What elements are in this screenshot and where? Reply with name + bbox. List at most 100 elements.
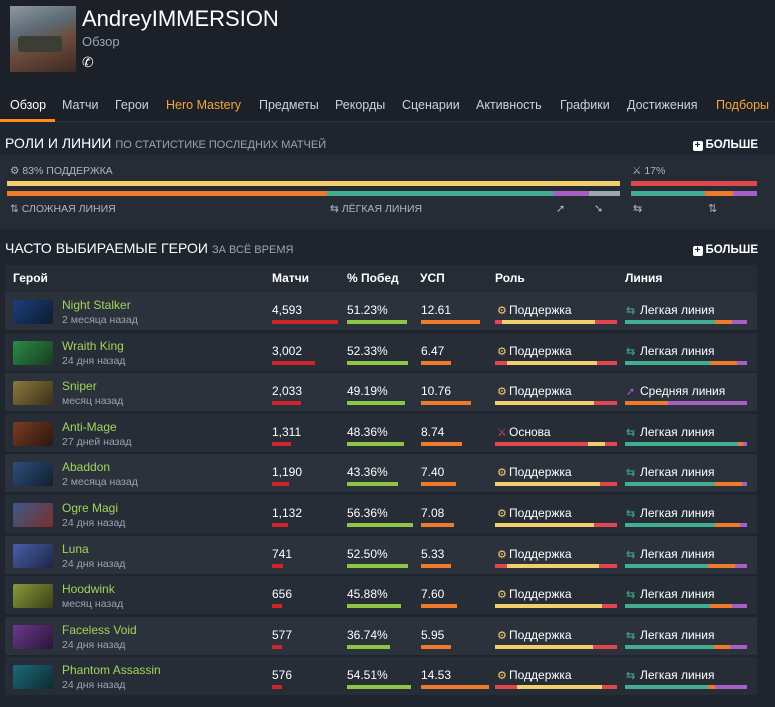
col-winrate[interactable]: % Побед bbox=[347, 271, 399, 285]
col-lane[interactable]: Линия bbox=[625, 271, 662, 285]
role-other-segment bbox=[597, 360, 617, 365]
heroes-title: ЧАСТО ВЫБИРАЕМЫЕ ГЕРОИ bbox=[5, 240, 208, 256]
tab-matches[interactable]: Матчи bbox=[62, 98, 98, 112]
table-row[interactable]: Anti-Mage 27 дней назад 1,311 48.36% 8.74 ⚔ Ос… bbox=[5, 413, 757, 452]
table-row[interactable]: Abaddon 2 месяца назад 1,190 43.36% 7.40 ⚙ Под… bbox=[5, 454, 757, 493]
roles-panel: ⚙ 83% ПОДДЕРЖКА ⚔ 17% ⇅ СЛОЖНАЯ ЛИНИЯ ⇆ … bbox=[0, 155, 775, 229]
core-label: ⚔ 17% bbox=[632, 165, 665, 177]
lane-safe-segment bbox=[625, 604, 711, 609]
matches-bar bbox=[272, 482, 290, 487]
hero-portrait[interactable] bbox=[13, 381, 53, 406]
role-core-segment bbox=[495, 685, 517, 690]
easy-lane-icon: ⇆ bbox=[626, 589, 636, 602]
role-cell: ⚙ Поддержка bbox=[497, 628, 572, 642]
roles-more-button[interactable]: БОЛЬШЕ bbox=[693, 139, 759, 151]
lane-label: Легкая линия bbox=[640, 627, 715, 642]
lane-mid-segment bbox=[739, 523, 747, 527]
hero-name[interactable]: Anti-Mage bbox=[62, 420, 117, 434]
tab-overview[interactable]: Обзор bbox=[10, 98, 46, 112]
col-kda[interactable]: УСП bbox=[420, 271, 445, 285]
lane-cell: ⇆ Легкая линия bbox=[626, 465, 714, 479]
tab-activity[interactable]: Активность bbox=[476, 98, 542, 112]
role-other-segment bbox=[602, 685, 617, 690]
hero-name[interactable]: Ogre Magi bbox=[62, 501, 118, 515]
role-other-segment bbox=[593, 401, 617, 406]
table-row[interactable]: Luna 24 дня назад 741 52.50% 5.33 ⚙ Поддержка ⇆… bbox=[5, 535, 757, 574]
tab-achievements[interactable]: Достижения bbox=[627, 98, 697, 112]
tab-hero-mastery[interactable]: Hero Mastery bbox=[166, 98, 241, 112]
hero-name[interactable]: Faceless Void bbox=[62, 623, 137, 637]
hero-name[interactable]: Phantom Assassin bbox=[62, 663, 161, 677]
col-hero[interactable]: Герой bbox=[13, 271, 48, 285]
winrate-bar bbox=[347, 523, 413, 527]
role-cell: ⚙ Поддержка bbox=[497, 465, 572, 479]
lane-off-segment bbox=[715, 482, 743, 487]
hero-portrait[interactable] bbox=[13, 300, 53, 324]
winrate-value: 36.74% bbox=[347, 627, 388, 642]
kda-value: 5.33 bbox=[421, 546, 445, 561]
hero-name[interactable]: Luna bbox=[62, 542, 89, 556]
matches-bar bbox=[272, 685, 282, 690]
hero-name[interactable]: Wraith King bbox=[62, 339, 124, 353]
tab-drafts[interactable]: Подборы bbox=[716, 98, 769, 112]
heroes-more-button[interactable]: БОЛЬШЕ bbox=[693, 244, 759, 256]
support-bar bbox=[7, 181, 620, 186]
table-row[interactable]: Faceless Void 24 дня назад 577 36.74% 5.95 ⚙ П… bbox=[5, 616, 757, 655]
hero-portrait[interactable] bbox=[13, 624, 53, 649]
role-support-segment bbox=[516, 685, 603, 690]
avatar[interactable] bbox=[10, 6, 76, 72]
kda-bar bbox=[421, 644, 451, 649]
core-offlane-segment bbox=[705, 191, 733, 196]
lane-cell: ⇆ Легкая линия bbox=[626, 506, 714, 520]
table-row[interactable]: Wraith King 24 дня назад 3,002 52.33% 6.47 ⚙ П… bbox=[5, 332, 757, 371]
hero-portrait[interactable] bbox=[13, 503, 53, 527]
table-row[interactable]: Sniper месяц назад 2,033 49.19% 10.76 ⚙ Поддер… bbox=[5, 373, 757, 412]
lane-safe-segment bbox=[625, 563, 708, 568]
easy-lane-icon: ⇆ bbox=[626, 345, 636, 358]
table-row[interactable]: Ogre Magi 24 дня назад 1,132 56.36% 7.08 ⚙ Под… bbox=[5, 495, 757, 533]
table-row[interactable]: Night Stalker 2 месяца назад 4,593 51.23% 12… bbox=[5, 292, 757, 330]
easy-lane-icon: ⇆ bbox=[626, 426, 636, 439]
kda-value: 6.47 bbox=[421, 343, 445, 358]
profile-name: AndreyIMMERSION bbox=[82, 6, 279, 31]
role-support-segment bbox=[495, 482, 600, 487]
hero-portrait[interactable] bbox=[13, 665, 53, 690]
hero-name[interactable]: Abaddon bbox=[62, 460, 110, 474]
tab-graphs[interactable]: Графики bbox=[560, 98, 610, 112]
lane-cell: ⇆ Легкая линия bbox=[626, 587, 714, 601]
lane-mid-segment bbox=[732, 604, 747, 609]
lane-label: Средняя линия bbox=[640, 384, 726, 399]
hero-name[interactable]: Night Stalker bbox=[62, 298, 131, 312]
hero-portrait[interactable] bbox=[13, 462, 53, 487]
hero-portrait[interactable] bbox=[13, 584, 53, 609]
hero-portrait[interactable] bbox=[13, 340, 53, 365]
support-role-icon: ⚙ bbox=[497, 589, 507, 602]
col-role[interactable]: Роль bbox=[495, 271, 525, 285]
table-row[interactable]: Hoodwink месяц назад 656 45.88% 7.60 ⚙ Поддерж… bbox=[5, 576, 757, 615]
lane-off-segment bbox=[707, 685, 716, 690]
matches-value: 2,033 bbox=[272, 384, 303, 399]
winrate-bar bbox=[347, 482, 398, 487]
col-matches[interactable]: Матчи bbox=[272, 271, 309, 285]
table-row[interactable]: Phantom Assassin 24 дня назад 576 54.51% 14.… bbox=[5, 657, 757, 696]
tab-scenarios[interactable]: Сценарии bbox=[402, 98, 460, 112]
lane-safe-segment bbox=[625, 685, 708, 690]
core-midlane-segment bbox=[733, 191, 757, 196]
lane-off-segment bbox=[715, 320, 733, 324]
hero-name[interactable]: Sniper bbox=[62, 379, 97, 393]
hero-portrait[interactable] bbox=[13, 543, 53, 568]
matches-bar bbox=[272, 604, 282, 609]
winrate-bar bbox=[347, 563, 409, 568]
hero-name[interactable]: Hoodwink bbox=[62, 582, 115, 596]
role-support-segment bbox=[502, 320, 596, 324]
phone-icon[interactable]: ✆ bbox=[82, 54, 94, 71]
winrate-bar bbox=[347, 604, 401, 609]
tab-items[interactable]: Предметы bbox=[259, 98, 319, 112]
tab-heroes[interactable]: Герои bbox=[115, 98, 149, 112]
hero-portrait[interactable] bbox=[13, 421, 53, 446]
matches-value: 1,190 bbox=[272, 465, 303, 480]
last-played: 24 дня назад bbox=[62, 557, 126, 570]
tab-records[interactable]: Рекорды bbox=[335, 98, 385, 112]
matches-value: 1,311 bbox=[272, 424, 302, 439]
roles-section-title: РОЛИ И ЛИНИИ ПО СТАТИСТИКЕ ПОСЛЕДНИХ МАТЧ… bbox=[5, 135, 326, 151]
